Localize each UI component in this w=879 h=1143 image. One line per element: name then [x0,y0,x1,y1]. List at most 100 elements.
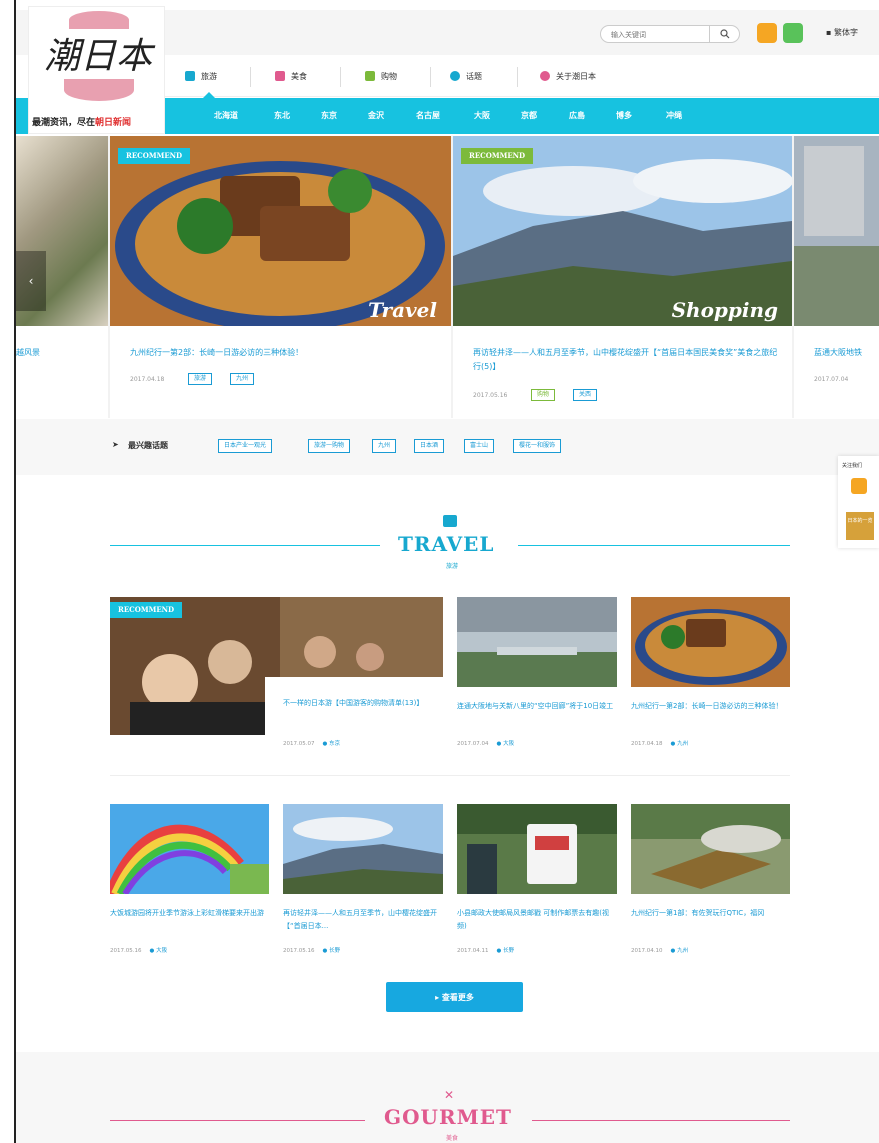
section-title-travel: TRAVEL [398,532,495,556]
article-card[interactable]: 再访轻井泽——人和五月至季节，山中樱花绽盛开【“首届日本... 2017.05.… [283,804,443,959]
chevron-left-icon: ‹ [28,274,34,288]
section-rule [532,1120,790,1121]
nav-shopping[interactable]: 购物 [365,65,397,87]
nav-about[interactable]: 关于潮日本 [540,65,596,87]
region-item[interactable]: 北海道 [214,110,238,121]
row-divider [110,775,790,776]
slide-title[interactable]: 九州纪行一第2部：长崎一日游必访的三种体验！ [130,346,430,360]
card-image [631,804,790,894]
nav-gourmet[interactable]: 美食 [275,65,307,87]
card-title[interactable]: 不一样的日本游【中国游客的购物清单(13)】 [283,697,433,710]
card-location-label: 长野 [503,948,515,954]
nav-topics[interactable]: 话题 [450,65,482,87]
carousel-slide[interactable]: RECOMMEND Travel 九州纪行一第2部：长崎一日游必访的三种体验！ … [110,136,451,418]
suitcase-icon [185,71,195,81]
card-meta: 2017.05.16 ● 大阪 [110,946,167,954]
region-item[interactable]: 东京 [321,110,337,121]
card-image [283,804,443,894]
main-nav: 旅游 美食 购物 话题 关于潮日本 [165,57,879,97]
card-date: 2017.04.10 [631,948,663,954]
region-item[interactable]: 名古屋 [416,110,440,121]
card-date: 2017.04.18 [631,741,663,747]
guide-book-button[interactable]: 日本的一览 [846,512,874,540]
search-input[interactable] [611,28,706,41]
carousel-slide[interactable]: ‹ 越风景 [16,136,108,418]
card-location-label: 大阪 [156,948,168,954]
language-switch[interactable]: ▪ 繁体字 [826,27,858,38]
slide-tag[interactable]: 旅游 [188,373,213,385]
card-title[interactable]: 小县邮政大使邮局风景邮戳 可制作邮票去有趣(视频) [457,907,617,933]
card-title[interactable]: 大饭城游园将开业季节游泳上彩虹滑梯要来开出游 [110,907,269,920]
tag-icon: ➤ [112,440,119,449]
site-logo[interactable]: 潮日本 最潮资讯，尽在朝日新闻 [28,6,165,134]
card-title[interactable]: 连通大阪地与关新八里的“空中回廊”将于10日竣工 [457,700,617,713]
region-item[interactable]: 冲绳 [666,110,682,121]
nav-separator [517,67,518,87]
slide-tag[interactable]: 关西 [573,389,598,401]
recommend-badge: RECOMMEND [461,148,534,164]
recommend-badge: RECOMMEND [118,148,191,164]
article-card[interactable]: 九州纪行一第1部：有佐贺玩行QTIC，福冈 2017.04.10 ● 九州 [631,804,790,959]
logo-tagline-brand: 朝日新闻 [95,118,132,128]
card-image [110,804,269,894]
slide-title[interactable]: 蓝通大阪地铁 [814,346,879,360]
hot-topic-tag[interactable]: 富士山 [464,439,495,453]
region-item[interactable]: 博多 [616,110,632,121]
featured-card[interactable]: RECOMMEND 不一样的日本游【中国游客的购物清单(13)】 2017.05… [110,597,443,757]
region-item[interactable]: 东北 [274,110,290,121]
card-title[interactable]: 九州纪行一第2部：长崎一日游必访的三种体验！ [631,700,790,713]
card-location: ● 大阪 [149,948,168,954]
fork-icon [275,71,285,81]
region-item[interactable]: 大阪 [474,110,490,121]
feature-carousel: ‹ 越风景 RECOMMEND Travel 九州纪行一第2部：长崎一日游必访的… [16,136,879,418]
card-meta: 2017.05.07 ● 东京 [283,739,340,747]
card-location-label: 九州 [677,741,689,747]
nav-travel[interactable]: 旅游 [185,65,217,87]
card-date: 2017.05.16 [110,948,142,954]
hot-topic-tag[interactable]: 日本产业一观光 [218,439,273,453]
weibo-icon[interactable] [851,478,867,494]
card-meta: 2017.07.04 ● 大阪 [457,739,514,747]
weibo-icon[interactable] [757,23,777,43]
card-title[interactable]: 再访轻井泽——人和五月至季节，山中樱花绽盛开【“首届日本... [283,907,443,933]
bag-icon [365,71,375,81]
carousel-slide[interactable]: 蓝通大阪地铁 2017.07.04 [794,136,879,418]
article-card[interactable]: 九州纪行一第2部：长崎一日游必访的三种体验！ 2017.04.18 ● 九州 [631,597,790,757]
card-image [631,597,790,687]
hot-topic-tag[interactable]: 日本酒 [414,439,445,453]
search-button[interactable] [709,26,739,42]
hot-topic-tag[interactable]: 樱花一和服饰 [513,439,562,453]
info-icon [540,71,550,81]
slide-tag[interactable]: 购物 [531,389,556,401]
hot-topic-tag[interactable]: 九州 [372,439,397,453]
section-title-gourmet: GOURMET [384,1105,512,1129]
card-date: 2017.05.16 [283,948,315,954]
view-more-button[interactable]: ▸ 查看更多 [386,982,523,1012]
card-location-label: 长野 [329,948,341,954]
hot-topic-tag[interactable]: 旅游一购物 [308,439,351,453]
slide-date: 2017.07.04 [814,376,849,383]
search-box[interactable] [600,25,740,43]
wechat-icon[interactable] [783,23,803,43]
article-card[interactable]: 大饭城游园将开业季节游泳上彩虹滑梯要来开出游 2017.05.16 ● 大阪 [110,804,269,959]
slide-tag[interactable]: 九州 [230,373,255,385]
card-text-panel: 不一样的日本游【中国游客的购物清单(13)】 2017.05.07 ● 东京 [265,677,443,757]
floating-sidebar: 关注我们 日本的一览 [838,456,879,548]
card-date: 2017.05.07 [283,741,315,747]
article-card[interactable]: 连通大阪地与关新八里的“空中回廊”将于10日竣工 2017.07.04 ● 大阪 [457,597,617,757]
carousel-slide[interactable]: RECOMMEND Shopping 再访轻井泽——人和五月至季节，山中樱花绽盛… [453,136,792,418]
card-location: ● 长野 [322,948,341,954]
card-date: 2017.04.11 [457,948,489,954]
card-location-label: 九州 [677,948,689,954]
slide-title[interactable]: 再访轻井泽——人和五月至季节，山中樱花绽盛开【“首届日本国民美食奖”美食之旅纪行… [473,346,783,374]
slide-date: 2017.04.18 [130,376,165,383]
article-card[interactable]: 小县邮政大使邮局风景邮戳 可制作邮票去有趣(视频) 2017.04.11 ● 长野 [457,804,617,959]
card-date: 2017.07.04 [457,741,489,747]
nav-separator [340,67,341,87]
region-item[interactable]: 金沢 [368,110,384,121]
region-item[interactable]: 京都 [521,110,537,121]
card-location-label: 东京 [329,741,341,747]
card-title[interactable]: 九州纪行一第1部：有佐贺玩行QTIC，福冈 [631,907,790,920]
carousel-prev-button[interactable]: ‹ [16,251,46,311]
region-item[interactable]: 広島 [569,110,585,121]
